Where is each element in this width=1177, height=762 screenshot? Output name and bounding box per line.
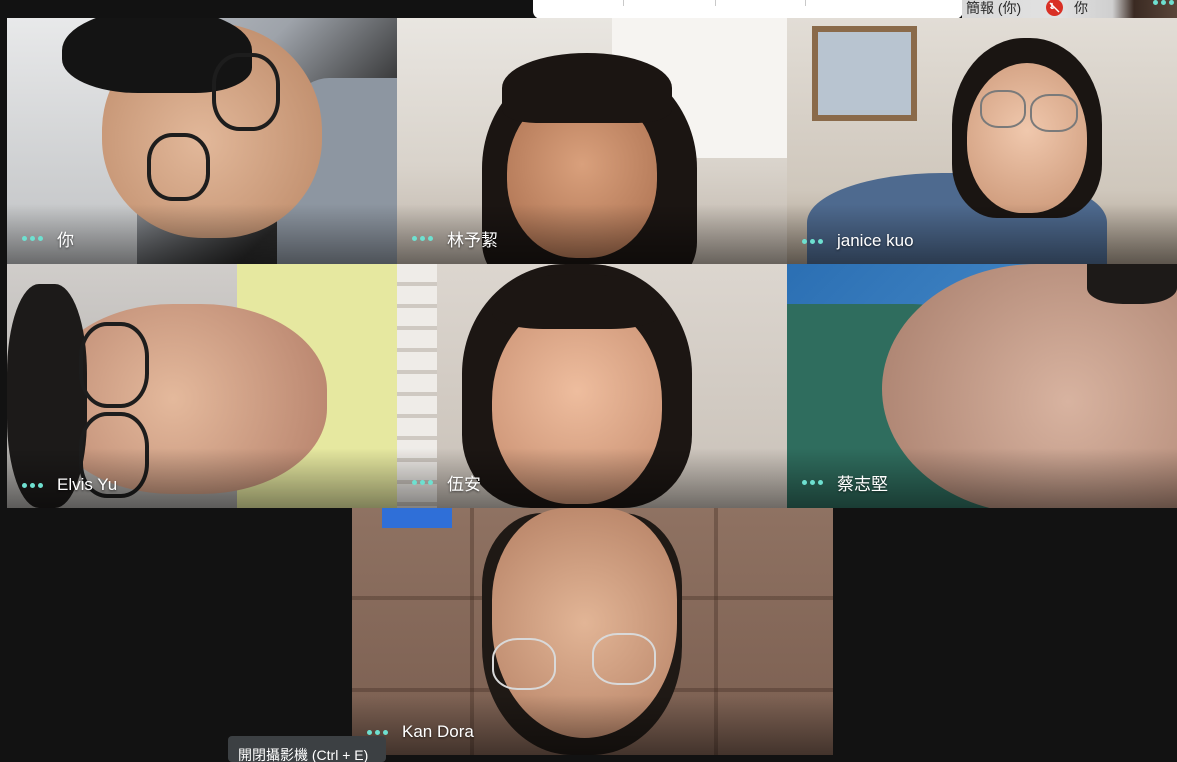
more-options-icon[interactable]	[22, 236, 43, 241]
participant-tile[interactable]: 蔡志堅	[787, 264, 1177, 508]
toolbar-divider	[805, 0, 806, 6]
wall-picture	[812, 26, 917, 121]
name-row: 你	[22, 226, 74, 251]
glasses	[492, 638, 556, 690]
hair	[1087, 264, 1177, 304]
name-row: 伍安	[412, 470, 481, 495]
camera-toggle-tooltip: 開閉攝影機 (Ctrl + E)	[228, 736, 386, 762]
participant-tile[interactable]: 你	[7, 18, 397, 264]
participant-name: janice kuo	[837, 231, 914, 250]
bangs	[502, 53, 672, 123]
self-label: 你	[1074, 0, 1088, 16]
participant-name: Elvis Yu	[57, 475, 118, 494]
glasses	[79, 322, 149, 408]
glasses	[1030, 94, 1078, 132]
participant-tile[interactable]: 伍安	[397, 264, 787, 508]
name-row: janice kuo	[802, 231, 914, 251]
glasses	[980, 90, 1026, 128]
presentation-label: 簡報 (你)	[966, 0, 1022, 16]
more-options-icon[interactable]	[412, 236, 433, 241]
name-row: 蔡志堅	[802, 470, 888, 495]
name-row: 林予絜	[412, 226, 498, 251]
more-options-icon[interactable]	[22, 482, 43, 488]
more-options-icon[interactable]	[802, 480, 823, 485]
face	[967, 63, 1087, 213]
participant-name: 林予絜	[447, 231, 498, 250]
bangs	[492, 274, 662, 329]
participant-tile[interactable]: janice kuo	[787, 18, 1177, 264]
more-options-icon[interactable]	[802, 238, 823, 244]
name-row: Elvis Yu	[22, 475, 117, 495]
toolbar-divider	[623, 0, 624, 6]
participant-name: 伍安	[447, 475, 481, 494]
participant-tile[interactable]: Kan Dora	[352, 508, 833, 755]
more-options-icon[interactable]	[367, 729, 388, 735]
participant-name: 蔡志堅	[837, 475, 888, 494]
participant-name: Kan Dora	[402, 722, 474, 741]
glasses	[592, 633, 656, 685]
participant-tile[interactable]: Elvis Yu	[7, 264, 397, 508]
call-toolbar[interactable]	[533, 0, 963, 19]
glasses	[212, 53, 280, 131]
glasses	[147, 133, 210, 201]
participant-name: 你	[57, 231, 74, 250]
more-options-icon[interactable]	[1153, 0, 1174, 5]
blue-object	[382, 508, 452, 528]
toolbar-divider	[715, 0, 716, 6]
mic-off-icon[interactable]	[1046, 0, 1063, 16]
presentation-chip[interactable]: 簡報 (你) 你	[962, 0, 1177, 18]
more-options-icon[interactable]	[412, 480, 433, 485]
participant-tile[interactable]: 林予絜	[397, 18, 787, 264]
